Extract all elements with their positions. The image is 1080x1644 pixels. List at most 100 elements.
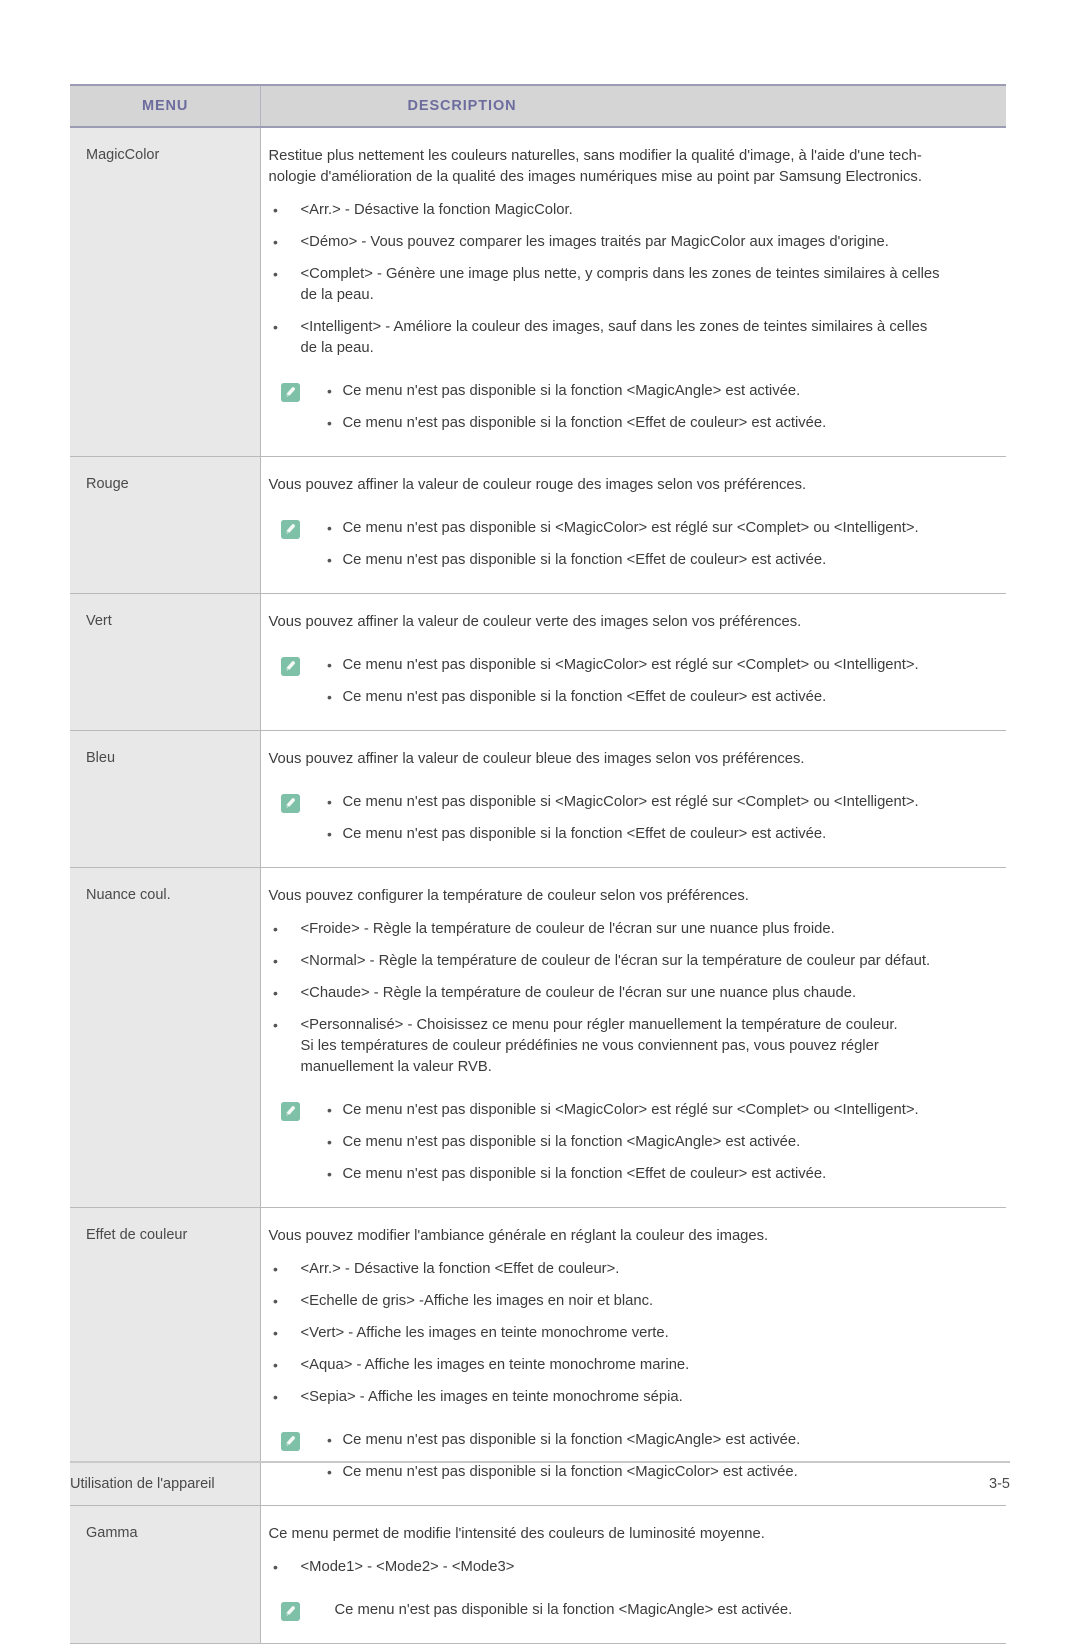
option-bullet-text: <Normal> - Règle la température de coule… <box>300 953 931 969</box>
description-intro-line: nologie d'amélioration de la qualité des… <box>268 169 922 185</box>
footer-row: Utilisation de l'appareil 3-5 <box>70 1476 1010 1492</box>
note-bullet-item: • Ce menu n'est pas disponible si <MagicC… <box>285 655 999 676</box>
note-bullet-item: • Ce menu n'est pas disponible si la fonc… <box>285 1164 999 1185</box>
option-bullet-text: <Intelligent> - Améliore la couleur des … <box>300 319 928 335</box>
description-cell: Vous pouvez affiner la valeur de couleur… <box>260 456 1006 594</box>
menu-name-cell: Rouge <box>70 456 261 594</box>
option-bullet-item: • <Echelle de gris> -Affiche les images e… <box>269 1291 999 1312</box>
note-bullet-item: • Ce menu n'est pas disponible si la fonc… <box>285 413 999 434</box>
description-cell: Vous pouvez affiner la valeur de couleur… <box>260 730 1006 868</box>
note-bullet-item: • Ce menu n'est pas disponible si la fonc… <box>285 381 999 402</box>
menu-label: Vert <box>86 613 112 629</box>
bullet-dot-icon: • <box>273 953 278 969</box>
note-block: • Ce menu n'est pas disponible si la fonc… <box>269 381 999 434</box>
table-header: MENU DESCRIPTION <box>70 84 1006 128</box>
description-intro-line: Restitue plus nettement les couleurs nat… <box>268 148 922 164</box>
bullet-dot-icon: • <box>273 319 278 335</box>
description-intro-line: Vous pouvez affiner la valeur de couleur… <box>268 614 802 630</box>
menu-name-cell: Gamma <box>70 1505 261 1644</box>
note-bullet-item: • Ce menu n'est pas disponible si la fonc… <box>285 1132 999 1153</box>
option-bullet-item: • <Froide> - Règle la température de coul… <box>269 919 999 940</box>
option-bullet-text: <Arr.> - Désactive la fonction MagicColo… <box>300 202 573 218</box>
note-icon <box>280 1602 300 1621</box>
option-bullet-item: • <Mode1> - <Mode2> - <Mode3> <box>269 1557 999 1578</box>
note-text: Ce menu n'est pas disponible si <MagicCo… <box>342 520 919 536</box>
bullet-dot-icon: • <box>273 1559 278 1575</box>
menu-label: MagicColor <box>86 147 160 163</box>
note-block: • Ce menu n'est pas disponible si <MagicC… <box>269 1100 999 1185</box>
bullet-dot-icon: • <box>273 1261 278 1277</box>
description-intro: Vous pouvez affiner la valeur de couleur… <box>269 749 999 770</box>
table-row: Bleu Vous pouvez affiner la valeur de cou… <box>70 730 1006 868</box>
option-bullet-item: • <Sepia> - Affiche les images en teinte … <box>269 1387 999 1408</box>
option-bullet-item: • <Arr.> - Désactive la fonction MagicCol… <box>269 200 999 221</box>
option-bullet-text: <Arr.> - Désactive la fonction <Effet de… <box>300 1261 620 1277</box>
table-row: Nuance coul. Vous pouvez configurer la te… <box>70 867 1006 1208</box>
description-cell: Ce menu permet de modifie l'intensité de… <box>260 1505 1006 1644</box>
option-bullet-text: <Chaude> - Règle la température de coule… <box>300 985 857 1001</box>
option-bullet-text: <Sepia> - Affiche les images en teinte m… <box>300 1389 683 1405</box>
bullet-dot-icon: • <box>273 1357 278 1373</box>
note-bullet-item: • Ce menu n'est pas disponible si la fonc… <box>285 687 999 708</box>
option-bullet-item: • <Normal> - Règle la température de coul… <box>269 951 999 972</box>
option-bullet-item: • <Personnalisé> - Choisissez ce menu pou… <box>269 1015 999 1078</box>
option-bullet-item: • <Démo> - Vous pouvez comparer les image… <box>269 232 999 253</box>
bullet-dot-icon: • <box>327 1134 332 1150</box>
footer-section-title: Utilisation de l'appareil <box>70 1476 215 1492</box>
bullet-dot-icon: • <box>273 921 278 937</box>
menu-name-cell: Nuance coul. <box>70 867 261 1208</box>
option-bullet-text: <Echelle de gris> -Affiche les images en… <box>300 1293 654 1309</box>
menu-label: Rouge <box>86 476 129 492</box>
option-bullet-continuation: manuellement la valeur RVB. <box>300 1059 492 1075</box>
menu-label: Effet de couleur <box>86 1227 188 1243</box>
description-cell: Vous pouvez configurer la température de… <box>260 867 1006 1208</box>
description-intro: Vous pouvez affiner la valeur de couleur… <box>269 475 999 496</box>
option-bullet-item: • <Complet> - Génère une image plus nette… <box>269 264 999 306</box>
footer-divider <box>70 1461 1010 1463</box>
note-text: Ce menu n'est pas disponible si la fonct… <box>342 552 827 568</box>
option-bullet-item: • <Arr.> - Désactive la fonction <Effet d… <box>269 1259 999 1280</box>
option-bullet-continuation: Si les températures de couleur prédéfini… <box>300 1038 879 1054</box>
bullet-dot-icon: • <box>327 657 332 673</box>
description-intro: Vous pouvez configurer la température de… <box>269 886 999 907</box>
note-text: Ce menu n'est pas disponible si <MagicCo… <box>342 1102 919 1118</box>
menu-label: Gamma <box>86 1525 138 1541</box>
note-text: Ce menu n'est pas disponible si <MagicCo… <box>342 657 919 673</box>
option-bullet-list: • <Froide> - Règle la température de coul… <box>269 919 999 1078</box>
description-intro: Restitue plus nettement les couleurs nat… <box>269 146 999 188</box>
note-bullet-list: • Ce menu n'est pas disponible si <MagicC… <box>285 518 999 571</box>
note-bullet-list: • Ce menu n'est pas disponible si <MagicC… <box>285 655 999 708</box>
table-row: Rouge Vous pouvez affiner la valeur de co… <box>70 456 1006 594</box>
note-block: • Ce menu n'est pas disponible si <MagicC… <box>269 518 999 571</box>
note-bullet-list: • Ce menu n'est pas disponible si la fonc… <box>285 381 999 434</box>
description-intro: Ce menu permet de modifie l'intensité de… <box>269 1524 999 1545</box>
menu-name-cell: MagicColor <box>70 127 261 457</box>
bullet-dot-icon: • <box>327 520 332 536</box>
note-text: Ce menu n'est pas disponible si la fonct… <box>342 1166 827 1182</box>
bullet-dot-icon: • <box>273 234 278 250</box>
option-bullet-list: • <Mode1> - <Mode2> - <Mode3> <box>269 1557 999 1578</box>
note-bullet-list: • Ce menu n'est pas disponible si <MagicC… <box>285 1100 999 1185</box>
option-bullet-item: • <Aqua> - Affiche les images en teinte m… <box>269 1355 999 1376</box>
note-bullet-list: • Ce menu n'est pas disponible si <MagicC… <box>285 792 999 845</box>
table-row: Gamma Ce menu permet de modifie l'intensi… <box>70 1505 1006 1644</box>
note-bullet-item: • Ce menu n'est pas disponible si la fonc… <box>285 824 999 845</box>
option-bullet-item: • <Vert> - Affiche les images en teinte m… <box>269 1323 999 1344</box>
note-bullet-item: • Ce menu n'est pas disponible si <MagicC… <box>285 792 999 813</box>
bullet-dot-icon: • <box>327 1102 332 1118</box>
option-bullet-list: • <Arr.> - Désactive la fonction MagicCol… <box>269 200 999 359</box>
description-intro-line: Vous pouvez configurer la température de… <box>268 888 749 904</box>
bullet-dot-icon: • <box>327 794 332 810</box>
bullet-dot-icon: • <box>327 826 332 842</box>
menu-description-table: MENU DESCRIPTION MagicColor Restitue plus… <box>70 84 1006 1644</box>
note-bullet-item: • Ce menu n'est pas disponible si la fonc… <box>285 550 999 571</box>
note-text: Ce menu n'est pas disponible si <MagicCo… <box>342 794 919 810</box>
menu-name-cell: Vert <box>70 593 261 731</box>
table-row: MagicColor Restitue plus nettement les co… <box>70 127 1006 457</box>
bullet-dot-icon: • <box>327 1432 332 1448</box>
note-text: Ce menu n'est pas disponible si la fonct… <box>334 1602 793 1618</box>
bullet-dot-icon: • <box>273 985 278 1001</box>
column-header-menu: MENU <box>70 84 261 128</box>
option-bullet-text: <Froide> - Règle la température de coule… <box>300 921 835 937</box>
bullet-dot-icon: • <box>273 266 278 282</box>
